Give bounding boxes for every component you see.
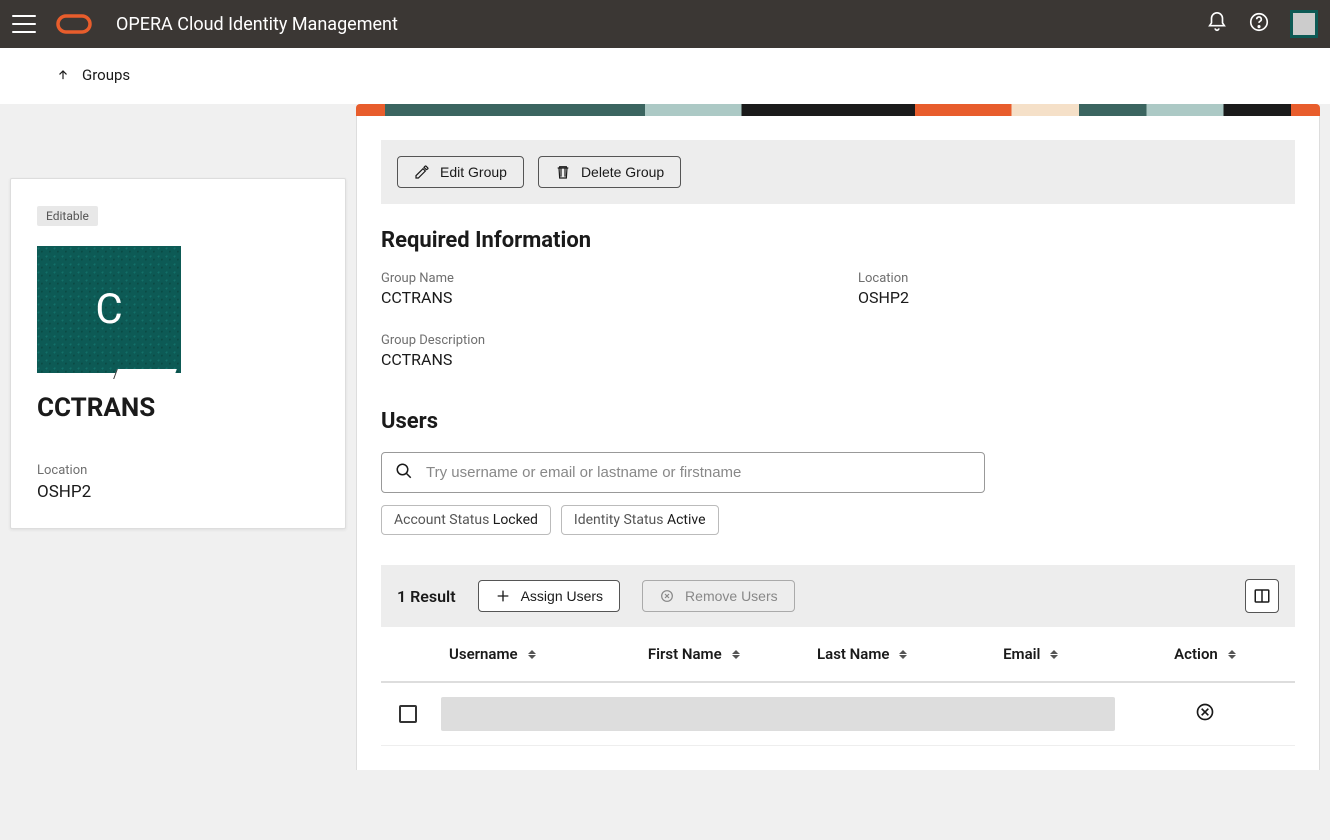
location-label: Location [858,271,1295,286]
pencil-icon [414,164,430,180]
sort-icon [528,650,536,659]
col-first-name[interactable]: First Name [610,645,779,663]
table-header: Username First Name Last Name Email Acti… [381,627,1295,683]
oracle-logo-icon [56,12,92,36]
assign-users-button[interactable]: Assign Users [478,580,620,612]
location-value: OSHP2 [858,288,1295,307]
users-heading: Users [381,409,1295,434]
group-title: CCTRANS [37,393,319,423]
action-toolbar: Edit Group Delete Group [381,140,1295,204]
bell-icon[interactable] [1206,11,1228,37]
columns-icon [1253,587,1271,605]
help-icon[interactable] [1248,11,1270,37]
sort-icon [1228,650,1236,659]
card-location-value: OSHP2 [37,482,319,502]
decorative-banner [356,104,1320,116]
sidebar: Editable C CCTRANS Location OSHP2 [0,104,356,770]
group-desc-value: CCTRANS [381,350,818,369]
arrow-up-icon [56,68,70,82]
group-name-value: CCTRANS [381,288,818,307]
main-panel: Edit Group Delete Group Required Informa… [356,116,1320,770]
sort-icon [732,650,740,659]
search-icon [395,462,413,484]
delete-group-button[interactable]: Delete Group [538,156,681,188]
filter-account-status[interactable]: Account Status Locked [381,505,551,535]
col-username[interactable]: Username [441,645,610,663]
edit-group-button[interactable]: Edit Group [397,156,524,188]
row-checkbox[interactable] [399,705,417,723]
sort-icon [899,650,907,659]
group-desc-label: Group Description [381,333,818,348]
sort-icon [1050,650,1058,659]
top-bar: OPERA Cloud Identity Management [0,0,1330,48]
group-avatar: C [37,246,181,373]
result-count: 1 Result [397,587,456,606]
breadcrumb-back[interactable]: Groups [56,66,130,84]
plus-icon [495,588,511,604]
user-search-input[interactable] [381,452,985,493]
group-card: Editable C CCTRANS Location OSHP2 [10,178,346,529]
required-info-heading: Required Information [381,228,1295,253]
avatar-initial: C [95,285,122,334]
app-title: OPERA Cloud Identity Management [116,14,1206,35]
col-action[interactable]: Action [1115,645,1295,663]
breadcrumb-label: Groups [82,66,130,84]
remove-users-button: Remove Users [642,580,795,612]
row-placeholder [441,697,1115,731]
group-name-label: Group Name [381,271,818,286]
col-last-name[interactable]: Last Name [778,645,947,663]
filter-identity-status[interactable]: Identity Status Active [561,505,719,535]
subnav: Groups [0,48,1330,104]
card-location-label: Location [37,463,319,478]
editable-badge: Editable [37,206,98,226]
circle-x-icon [659,588,675,604]
trash-icon [555,164,571,180]
row-remove-icon[interactable] [1195,702,1215,726]
menu-icon[interactable] [12,15,36,33]
results-bar: 1 Result Assign Users Remove Users [381,565,1295,627]
user-avatar[interactable] [1290,10,1318,38]
table-row [381,683,1295,746]
columns-button[interactable] [1245,579,1279,613]
col-email[interactable]: Email [947,645,1116,663]
